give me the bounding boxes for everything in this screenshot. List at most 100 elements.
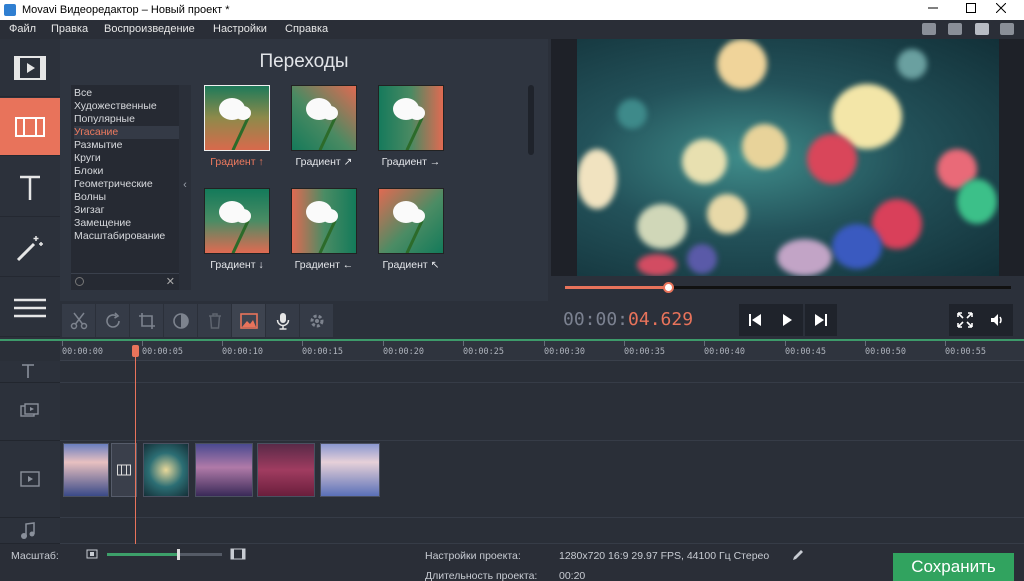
clip-settings-button[interactable] bbox=[300, 304, 333, 337]
clear-search-icon[interactable]: ✕ bbox=[166, 275, 175, 288]
fullscreen-icon bbox=[957, 312, 973, 328]
skip-back-button[interactable] bbox=[739, 304, 771, 336]
preview-area bbox=[551, 39, 1024, 299]
menu-settings[interactable]: Настройки bbox=[213, 23, 267, 35]
category-item[interactable]: Художественные bbox=[74, 100, 157, 113]
zoom-slider-handle[interactable] bbox=[177, 549, 181, 560]
category-item[interactable]: Геометрические bbox=[74, 178, 153, 191]
media-tab-button[interactable] bbox=[0, 39, 60, 97]
zoom-in-icon[interactable] bbox=[230, 548, 246, 560]
audio-track-header bbox=[0, 518, 60, 544]
menu-file[interactable]: Файл bbox=[9, 23, 36, 35]
category-item[interactable]: Все bbox=[74, 87, 92, 100]
menu-playback[interactable]: Воспроизведение bbox=[104, 23, 195, 35]
zoom-slider-fill bbox=[107, 553, 179, 556]
menu-icon bbox=[14, 298, 46, 318]
playhead-handle[interactable] bbox=[132, 345, 139, 357]
project-settings-value: 1280x720 16:9 29.97 FPS, 44100 Гц Стерео bbox=[559, 550, 770, 562]
fullscreen-button[interactable] bbox=[949, 304, 981, 336]
volume-button[interactable] bbox=[981, 304, 1013, 336]
video-clip[interactable] bbox=[195, 443, 253, 497]
transition-thumb[interactable] bbox=[204, 85, 270, 151]
facebook-icon[interactable] bbox=[1000, 23, 1014, 35]
category-item[interactable]: Популярные bbox=[74, 113, 135, 126]
transition-chip[interactable] bbox=[111, 443, 137, 497]
menu-help[interactable]: Справка bbox=[285, 23, 328, 35]
audio-track[interactable] bbox=[60, 518, 1024, 544]
timeline-playhead[interactable] bbox=[135, 345, 136, 544]
transition-thumb[interactable] bbox=[204, 188, 270, 254]
transition-thumb[interactable] bbox=[291, 188, 357, 254]
titles-tab-button[interactable] bbox=[0, 159, 60, 217]
more-tools-button[interactable] bbox=[0, 279, 60, 337]
timecode-display: 00:00:04.629 bbox=[563, 309, 693, 330]
category-search-input[interactable]: ✕ bbox=[71, 273, 179, 290]
transition-thumb[interactable] bbox=[291, 85, 357, 151]
text-track[interactable] bbox=[60, 361, 1024, 383]
filters-tab-button[interactable] bbox=[0, 219, 60, 277]
play-icon bbox=[783, 314, 792, 326]
category-item[interactable]: Замещение bbox=[74, 217, 131, 230]
app-logo-icon bbox=[4, 4, 16, 16]
category-item[interactable]: Волны bbox=[74, 191, 106, 204]
menu-edit[interactable]: Правка bbox=[51, 23, 88, 35]
ruler-label: 00:00:10 bbox=[222, 347, 263, 357]
titles-icon bbox=[20, 175, 40, 200]
rotate-button[interactable] bbox=[96, 304, 129, 337]
close-button[interactable] bbox=[978, 0, 1024, 20]
playback-progress bbox=[565, 286, 668, 289]
image-effects-button[interactable] bbox=[232, 304, 265, 337]
transitions-scrollbar[interactable] bbox=[528, 85, 534, 155]
transition-thumb[interactable] bbox=[378, 85, 444, 151]
play-button[interactable] bbox=[771, 304, 803, 336]
video-clip[interactable] bbox=[143, 443, 189, 497]
category-item[interactable]: Масштабирование bbox=[74, 230, 165, 243]
overlay-track-icon bbox=[20, 403, 39, 417]
store-icon[interactable] bbox=[922, 23, 936, 35]
zoom-slider[interactable] bbox=[107, 549, 222, 560]
category-item[interactable]: Зигзаг bbox=[74, 204, 104, 217]
cut-button[interactable] bbox=[62, 304, 95, 337]
left-toolbar bbox=[0, 39, 60, 340]
video-track-icon bbox=[20, 471, 40, 487]
delete-button[interactable] bbox=[198, 304, 231, 337]
magic-wand-icon bbox=[16, 236, 43, 262]
overlay-track[interactable] bbox=[60, 383, 1024, 441]
ruler-label: 00:00:00 bbox=[62, 347, 103, 357]
category-item-selected[interactable]: Угасание bbox=[74, 126, 179, 139]
window-title: Movavi Видеоредактор – Новый проект * bbox=[22, 4, 230, 16]
rotate-icon bbox=[106, 312, 120, 328]
category-item[interactable]: Размытие bbox=[74, 139, 122, 152]
transition-label: Градиент ↑ bbox=[210, 156, 264, 168]
video-clip[interactable] bbox=[63, 443, 109, 497]
player-controls: 00:00:04.629 bbox=[551, 276, 1024, 340]
record-voice-button[interactable] bbox=[266, 304, 299, 337]
transition-thumb[interactable] bbox=[378, 188, 444, 254]
edit-toolbar bbox=[60, 304, 548, 338]
crop-button[interactable] bbox=[130, 304, 163, 337]
video-clip[interactable] bbox=[320, 443, 380, 497]
scissors-icon bbox=[70, 312, 88, 330]
overlay-track-header bbox=[0, 383, 60, 441]
video-clip[interactable] bbox=[257, 443, 315, 497]
timeline-ruler[interactable]: 00:00:00 00:00:05 00:00:10 00:00:15 00:0… bbox=[60, 341, 1024, 361]
ruler-label: 00:00:45 bbox=[785, 347, 826, 357]
transition-label: Градиент ↗ bbox=[295, 156, 353, 168]
ruler-label: 00:00:20 bbox=[383, 347, 424, 357]
panel-title: Переходы bbox=[259, 51, 349, 72]
zoom-out-icon[interactable] bbox=[86, 549, 98, 559]
preview-video-frame bbox=[577, 39, 999, 276]
share-icon[interactable] bbox=[948, 23, 962, 35]
category-item[interactable]: Круги bbox=[74, 152, 101, 165]
vk-icon[interactable] bbox=[975, 23, 989, 35]
transitions-tab-button[interactable] bbox=[0, 98, 60, 156]
color-adjust-button[interactable] bbox=[164, 304, 197, 337]
close-icon bbox=[995, 2, 1007, 14]
skip-forward-button[interactable] bbox=[805, 304, 837, 336]
playback-handle[interactable] bbox=[662, 282, 674, 293]
playback-scrubber[interactable] bbox=[565, 282, 1011, 293]
category-item[interactable]: Блоки bbox=[74, 165, 103, 178]
save-button[interactable]: Сохранить bbox=[893, 553, 1014, 581]
edit-pencil-icon[interactable] bbox=[792, 549, 804, 561]
ruler-label: 00:00:50 bbox=[865, 347, 906, 357]
